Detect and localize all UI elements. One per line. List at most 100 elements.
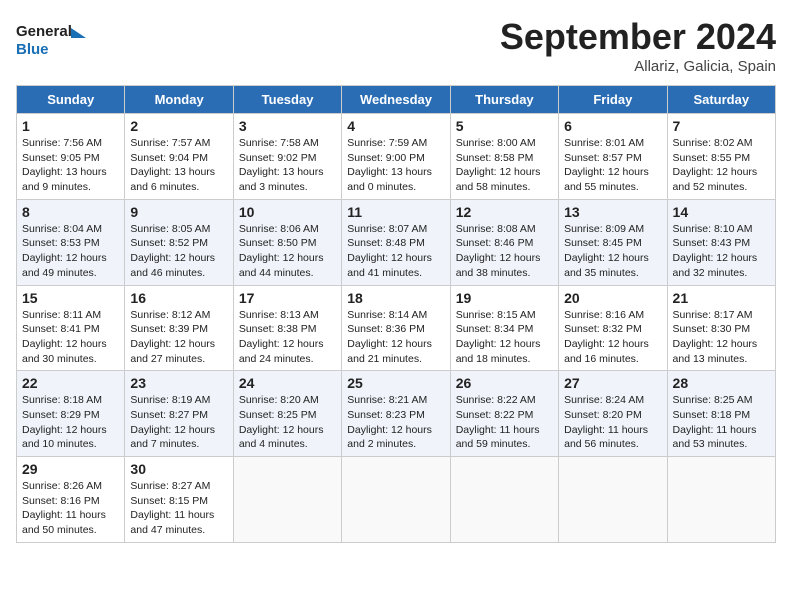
daylight-text: Daylight: 13 hours and 9 minutes. <box>22 165 119 194</box>
sunset-text: Sunset: 8:16 PM <box>22 494 119 509</box>
sunset-text: Sunset: 8:15 PM <box>130 494 227 509</box>
sunset-text: Sunset: 9:05 PM <box>22 151 119 166</box>
daylight-text: Daylight: 12 hours and 24 minutes. <box>239 337 336 366</box>
sunrise-text: Sunrise: 8:07 AM <box>347 222 444 237</box>
sunset-text: Sunset: 9:00 PM <box>347 151 444 166</box>
day-number: 15 <box>22 290 119 306</box>
svg-text:General: General <box>16 23 72 40</box>
daylight-text: Daylight: 12 hours and 46 minutes. <box>130 251 227 280</box>
calendar-header-row: Sunday Monday Tuesday Wednesday Thursday… <box>17 86 776 114</box>
sunrise-text: Sunrise: 8:27 AM <box>130 479 227 494</box>
table-row: 3Sunrise: 7:58 AMSunset: 9:02 PMDaylight… <box>233 114 341 200</box>
sunrise-text: Sunrise: 8:02 AM <box>673 136 770 151</box>
day-number: 27 <box>564 375 661 391</box>
sunrise-text: Sunrise: 8:11 AM <box>22 308 119 323</box>
sunset-text: Sunset: 8:57 PM <box>564 151 661 166</box>
daylight-text: Daylight: 12 hours and 41 minutes. <box>347 251 444 280</box>
sunset-text: Sunset: 8:23 PM <box>347 408 444 423</box>
daylight-text: Daylight: 12 hours and 58 minutes. <box>456 165 553 194</box>
sunrise-text: Sunrise: 8:06 AM <box>239 222 336 237</box>
daylight-text: Daylight: 11 hours and 50 minutes. <box>22 508 119 537</box>
sunset-text: Sunset: 8:55 PM <box>673 151 770 166</box>
daylight-text: Daylight: 13 hours and 3 minutes. <box>239 165 336 194</box>
table-row: 26Sunrise: 8:22 AMSunset: 8:22 PMDayligh… <box>450 371 558 457</box>
daylight-text: Daylight: 13 hours and 6 minutes. <box>130 165 227 194</box>
table-row: 2Sunrise: 7:57 AMSunset: 9:04 PMDaylight… <box>125 114 233 200</box>
day-number: 7 <box>673 118 770 134</box>
daylight-text: Daylight: 12 hours and 7 minutes. <box>130 423 227 452</box>
sunrise-text: Sunrise: 8:12 AM <box>130 308 227 323</box>
sunrise-text: Sunrise: 8:10 AM <box>673 222 770 237</box>
sunrise-text: Sunrise: 8:16 AM <box>564 308 661 323</box>
daylight-text: Daylight: 12 hours and 44 minutes. <box>239 251 336 280</box>
daylight-text: Daylight: 11 hours and 53 minutes. <box>673 423 770 452</box>
day-number: 23 <box>130 375 227 391</box>
table-row: 23Sunrise: 8:19 AMSunset: 8:27 PMDayligh… <box>125 371 233 457</box>
day-number: 20 <box>564 290 661 306</box>
sunset-text: Sunset: 8:36 PM <box>347 322 444 337</box>
sunrise-text: Sunrise: 8:25 AM <box>673 393 770 408</box>
table-row: 6Sunrise: 8:01 AMSunset: 8:57 PMDaylight… <box>559 114 667 200</box>
table-row: 11Sunrise: 8:07 AMSunset: 8:48 PMDayligh… <box>342 199 450 285</box>
sunrise-text: Sunrise: 8:15 AM <box>456 308 553 323</box>
table-row: 15Sunrise: 8:11 AMSunset: 8:41 PMDayligh… <box>17 285 125 371</box>
table-row: 18Sunrise: 8:14 AMSunset: 8:36 PMDayligh… <box>342 285 450 371</box>
daylight-text: Daylight: 13 hours and 0 minutes. <box>347 165 444 194</box>
table-row: 27Sunrise: 8:24 AMSunset: 8:20 PMDayligh… <box>559 371 667 457</box>
day-number: 26 <box>456 375 553 391</box>
table-row: 4 Sunrise: 7:59 AMSunset: 9:00 PMDaylight… <box>342 114 450 200</box>
table-row: 12Sunrise: 8:08 AMSunset: 8:46 PMDayligh… <box>450 199 558 285</box>
sunrise-text: Sunrise: 8:09 AM <box>564 222 661 237</box>
table-row: 7Sunrise: 8:02 AMSunset: 8:55 PMDaylight… <box>667 114 775 200</box>
table-row: 17Sunrise: 8:13 AMSunset: 8:38 PMDayligh… <box>233 285 341 371</box>
table-row: 29Sunrise: 8:26 AMSunset: 8:16 PMDayligh… <box>17 457 125 543</box>
day-number: 8 <box>22 204 119 220</box>
daylight-text: Daylight: 12 hours and 4 minutes. <box>239 423 336 452</box>
day-number: 22 <box>22 375 119 391</box>
table-row: 1Sunrise: 7:56 AMSunset: 9:05 PMDaylight… <box>17 114 125 200</box>
col-sunday: Sunday <box>17 86 125 114</box>
calendar-week-row: 8Sunrise: 8:04 AMSunset: 8:53 PMDaylight… <box>17 199 776 285</box>
col-saturday: Saturday <box>667 86 775 114</box>
table-row: 19Sunrise: 8:15 AMSunset: 8:34 PMDayligh… <box>450 285 558 371</box>
table-row: 24Sunrise: 8:20 AMSunset: 8:25 PMDayligh… <box>233 371 341 457</box>
day-number: 28 <box>673 375 770 391</box>
sunset-text: Sunset: 8:41 PM <box>22 322 119 337</box>
day-number: 9 <box>130 204 227 220</box>
day-number: 14 <box>673 204 770 220</box>
table-row <box>559 457 667 543</box>
month-title: September 2024 <box>500 16 776 58</box>
daylight-text: Daylight: 12 hours and 2 minutes. <box>347 423 444 452</box>
daylight-text: Daylight: 11 hours and 47 minutes. <box>130 508 227 537</box>
daylight-text: Daylight: 12 hours and 16 minutes. <box>564 337 661 366</box>
col-wednesday: Wednesday <box>342 86 450 114</box>
calendar-week-row: 22Sunrise: 8:18 AMSunset: 8:29 PMDayligh… <box>17 371 776 457</box>
sunset-text: Sunset: 9:02 PM <box>239 151 336 166</box>
daylight-text: Daylight: 11 hours and 56 minutes. <box>564 423 661 452</box>
day-number: 6 <box>564 118 661 134</box>
table-row: 25Sunrise: 8:21 AMSunset: 8:23 PMDayligh… <box>342 371 450 457</box>
calendar-table: Sunday Monday Tuesday Wednesday Thursday… <box>16 85 776 543</box>
daylight-text: Daylight: 11 hours and 59 minutes. <box>456 423 553 452</box>
logo: General Blue <box>16 16 86 66</box>
daylight-text: Daylight: 12 hours and 55 minutes. <box>564 165 661 194</box>
day-number: 21 <box>673 290 770 306</box>
sunrise-text: Sunrise: 7:59 AM <box>347 136 444 151</box>
sunset-text: Sunset: 8:58 PM <box>456 151 553 166</box>
day-number: 30 <box>130 461 227 477</box>
sunrise-text: Sunrise: 8:26 AM <box>22 479 119 494</box>
col-friday: Friday <box>559 86 667 114</box>
sunset-text: Sunset: 8:43 PM <box>673 236 770 251</box>
daylight-text: Daylight: 12 hours and 32 minutes. <box>673 251 770 280</box>
table-row <box>233 457 341 543</box>
table-row <box>450 457 558 543</box>
table-row: 30 Sunrise: 8:27 AMSunset: 8:15 PMDayligh… <box>125 457 233 543</box>
day-number: 4 <box>347 118 444 134</box>
table-row: 20Sunrise: 8:16 AMSunset: 8:32 PMDayligh… <box>559 285 667 371</box>
day-number: 25 <box>347 375 444 391</box>
calendar-week-row: 15 Sunrise: 8:11 AMSunset: 8:41 PM Dayligh… <box>17 285 776 371</box>
sunset-text: Sunset: 8:48 PM <box>347 236 444 251</box>
daylight-text: Daylight: 12 hours and 13 minutes. <box>673 337 770 366</box>
table-row <box>667 457 775 543</box>
daylight-text: Daylight: 12 hours and 10 minutes. <box>22 423 119 452</box>
